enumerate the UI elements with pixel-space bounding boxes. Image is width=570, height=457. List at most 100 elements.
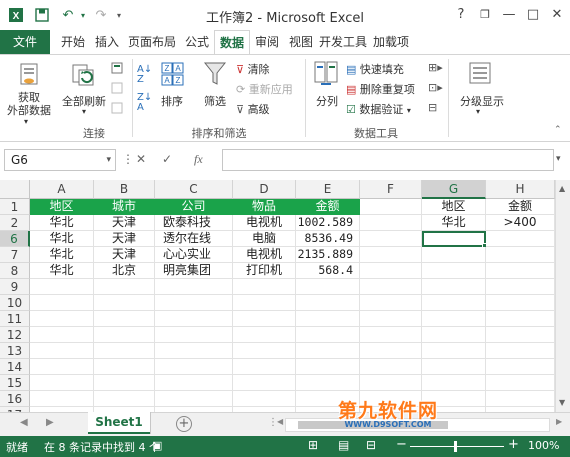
cell-d6[interactable]: 电脑 [233,231,296,247]
properties-icon[interactable] [110,81,124,95]
sort-asc-icon[interactable]: A↓ Z [137,65,152,85]
maximize-button[interactable]: □ [522,4,544,24]
row-header-13[interactable]: 13 [0,343,30,359]
cell-a11[interactable] [30,311,94,327]
cell-e1[interactable]: 金额 [296,199,360,215]
cell-f7[interactable] [360,247,422,263]
cell-c13[interactable] [155,343,233,359]
cell-d2[interactable]: 电视机 [233,215,296,231]
sort-dialog-icon[interactable]: ZAAZ [160,61,186,87]
cell-h15[interactable] [486,375,555,391]
cell-f13[interactable] [360,343,422,359]
minimize-button[interactable]: — [498,4,520,24]
scroll-left-icon[interactable]: ◀ [277,417,283,426]
macro-record-icon[interactable]: ▣ [152,439,162,452]
select-all-corner[interactable] [0,180,30,199]
cell-e12[interactable] [296,327,360,343]
cell-a6[interactable]: 华北 [30,231,94,247]
column-header-h[interactable]: H [486,180,555,199]
reapply-button[interactable]: ⟳ 重新应用 [236,81,293,97]
cell-e7[interactable]: 2135.889 [296,247,360,263]
help-button[interactable]: ? [450,4,472,24]
zoom-out-button[interactable]: − [396,437,407,452]
cell-c9[interactable] [155,279,233,295]
cell-d10[interactable] [233,295,296,311]
cell-a14[interactable] [30,359,94,375]
tab-addins[interactable]: 加载项 [368,30,414,54]
cell-g10[interactable] [422,295,486,311]
cell-g6[interactable] [422,231,486,247]
cell-g2[interactable]: 华北 [422,215,486,231]
close-button[interactable]: ✕ [546,4,568,24]
row-header-10[interactable]: 10 [0,295,30,311]
insert-function-button[interactable]: fx [194,152,203,167]
cell-a10[interactable] [30,295,94,311]
cell-c6[interactable]: 透尔在线 [155,231,233,247]
new-sheet-button[interactable]: + [176,416,192,432]
what-if-analysis-icon[interactable]: ⊡▸ [428,81,443,94]
outline-dropdown-icon[interactable]: ▾ [476,107,480,116]
tab-developer[interactable]: 开发工具 [318,30,368,54]
cancel-icon[interactable]: ✕ [136,152,146,166]
tab-formulas[interactable]: 公式 [180,30,214,54]
tab-view[interactable]: 视图 [284,30,318,54]
row-header-1[interactable]: 1 [0,199,30,215]
consolidate-icon[interactable]: ⊞▸ [428,61,443,74]
cell-h12[interactable] [486,327,555,343]
cell-d7[interactable]: 电视机 [233,247,296,263]
cell-f8[interactable] [360,263,422,279]
cell-f11[interactable] [360,311,422,327]
column-header-g[interactable]: G [422,180,486,199]
cell-c11[interactable] [155,311,233,327]
row-header-16[interactable]: 16 [0,391,30,407]
row-header-7[interactable]: 7 [0,247,30,263]
zoom-level[interactable]: 100% [528,439,559,452]
cell-d1[interactable]: 物品 [233,199,296,215]
cell-b7[interactable]: 天津 [94,247,155,263]
text-to-columns-icon[interactable] [312,59,340,89]
cell-g15[interactable] [422,375,486,391]
tab-home[interactable]: 开始 [56,30,90,54]
cell-f15[interactable] [360,375,422,391]
cell-h9[interactable] [486,279,555,295]
cell-h6[interactable] [486,231,555,247]
formula-input[interactable] [222,149,554,171]
row-header-9[interactable]: 9 [0,279,30,295]
sort-desc-icon[interactable]: Z↓ A [137,93,152,113]
filter-button[interactable]: 筛选 [204,93,226,109]
cell-g12[interactable] [422,327,486,343]
scroll-right-icon[interactable]: ▶ [556,417,562,426]
cell-f10[interactable] [360,295,422,311]
refresh-dropdown-icon[interactable]: ▾ [82,107,86,116]
cell-c8[interactable]: 明亮集团 [155,263,233,279]
cell-e14[interactable] [296,359,360,375]
cell-d12[interactable] [233,327,296,343]
edit-links-icon[interactable] [110,101,124,115]
cell-d11[interactable] [233,311,296,327]
remove-duplicates-button[interactable]: ▤ 删除重复项 [346,81,415,97]
cell-h8[interactable] [486,263,555,279]
cell-c12[interactable] [155,327,233,343]
column-header-f[interactable]: F [360,180,422,199]
cell-g7[interactable] [422,247,486,263]
vertical-scrollbar[interactable]: ▲ ▼ [555,180,570,412]
cell-f6[interactable] [360,231,422,247]
cell-f12[interactable] [360,327,422,343]
cell-d9[interactable] [233,279,296,295]
prev-sheet-icon[interactable]: ◀ [20,417,28,428]
next-sheet-icon[interactable]: ▶ [46,417,54,428]
connections-icon[interactable] [110,61,124,75]
cell-f9[interactable] [360,279,422,295]
cell-g9[interactable] [422,279,486,295]
name-box[interactable]: G6 ▾ [4,149,116,171]
cell-b9[interactable] [94,279,155,295]
cell-e13[interactable] [296,343,360,359]
zoom-in-button[interactable]: + [508,437,519,452]
cell-a16[interactable] [30,391,94,407]
cell-h1[interactable]: 金额 [486,199,555,215]
ribbon-display-button[interactable]: ❐ [474,4,496,24]
cell-c2[interactable]: 欧泰科技 [155,215,233,231]
scroll-up-icon[interactable]: ▲ [559,184,565,193]
column-header-c[interactable]: C [155,180,233,199]
cell-b12[interactable] [94,327,155,343]
